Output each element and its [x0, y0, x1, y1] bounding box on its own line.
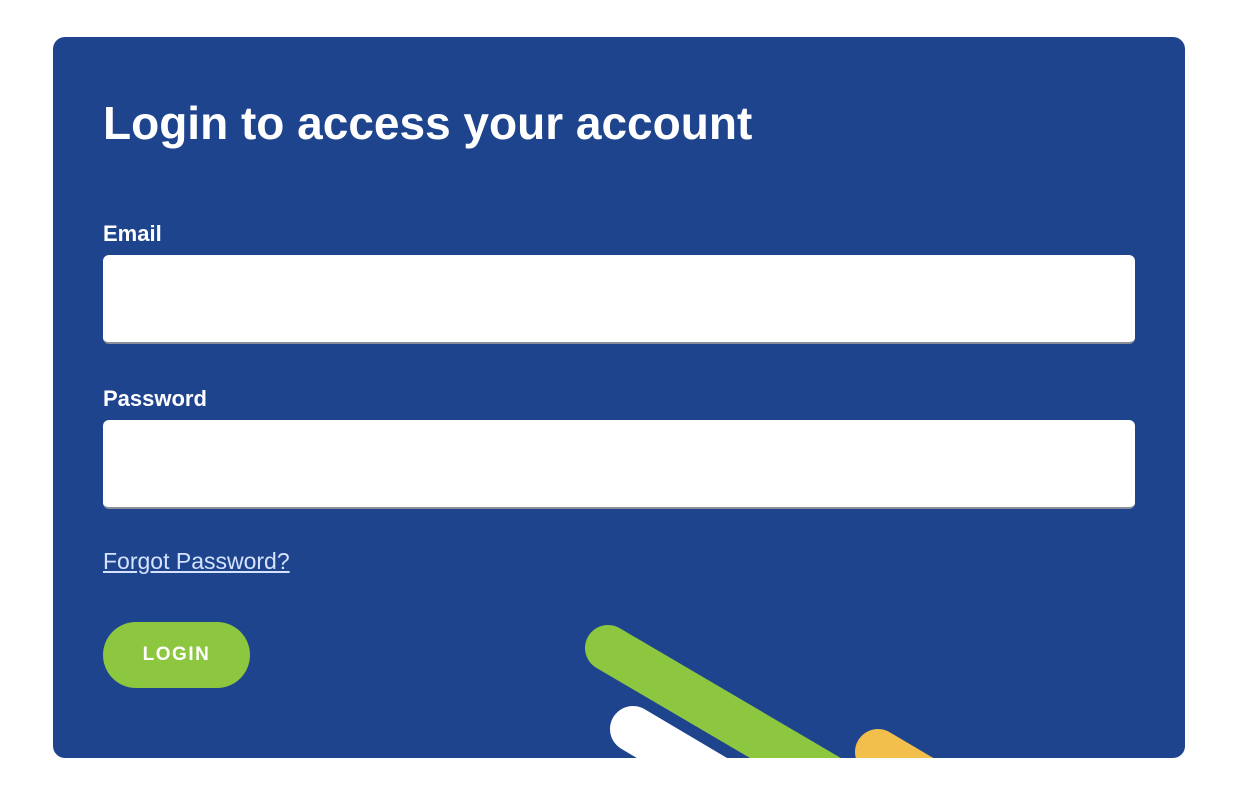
password-label: Password — [103, 386, 207, 411]
green-stripe — [585, 625, 841, 758]
white-stripe — [610, 706, 728, 758]
email-field[interactable] — [103, 255, 1135, 344]
login-card: Login to access your account Email Passw… — [53, 37, 1185, 758]
page-title: Login to access your account — [103, 97, 753, 149]
forgot-password-link[interactable]: Forgot Password? — [103, 547, 290, 575]
login-button[interactable]: LOGIN — [103, 622, 250, 688]
yellow-stripe — [855, 729, 934, 758]
email-label: Email — [103, 221, 162, 246]
password-field[interactable] — [103, 420, 1135, 509]
